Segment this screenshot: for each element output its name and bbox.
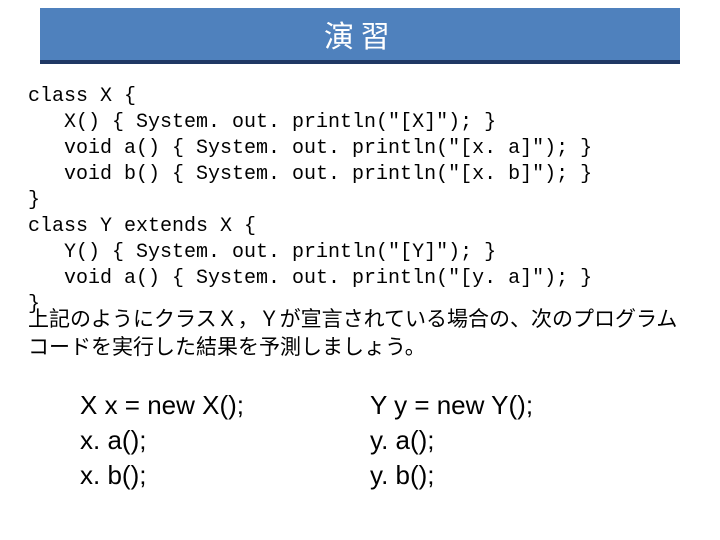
snippet-x: X x = new X(); x. a(); x. b(); [80,388,370,493]
instruction-text: 上記のようにクラスＸ，Ｙが宣言されている場合の、次のプログラムコードを実行した結… [28,306,692,363]
slide-title: 演習 [324,12,396,56]
title-band: 演習 [40,8,680,64]
example-snippets: X x = new X(); x. a(); x. b(); Y y = new… [80,388,680,493]
class-definitions-code: class X { X() { System. out. println("[X… [28,84,692,318]
snippet-y: Y y = new Y(); y. a(); y. b(); [370,388,680,493]
slide: 演習 class X { X() { System. out. println(… [0,0,720,540]
